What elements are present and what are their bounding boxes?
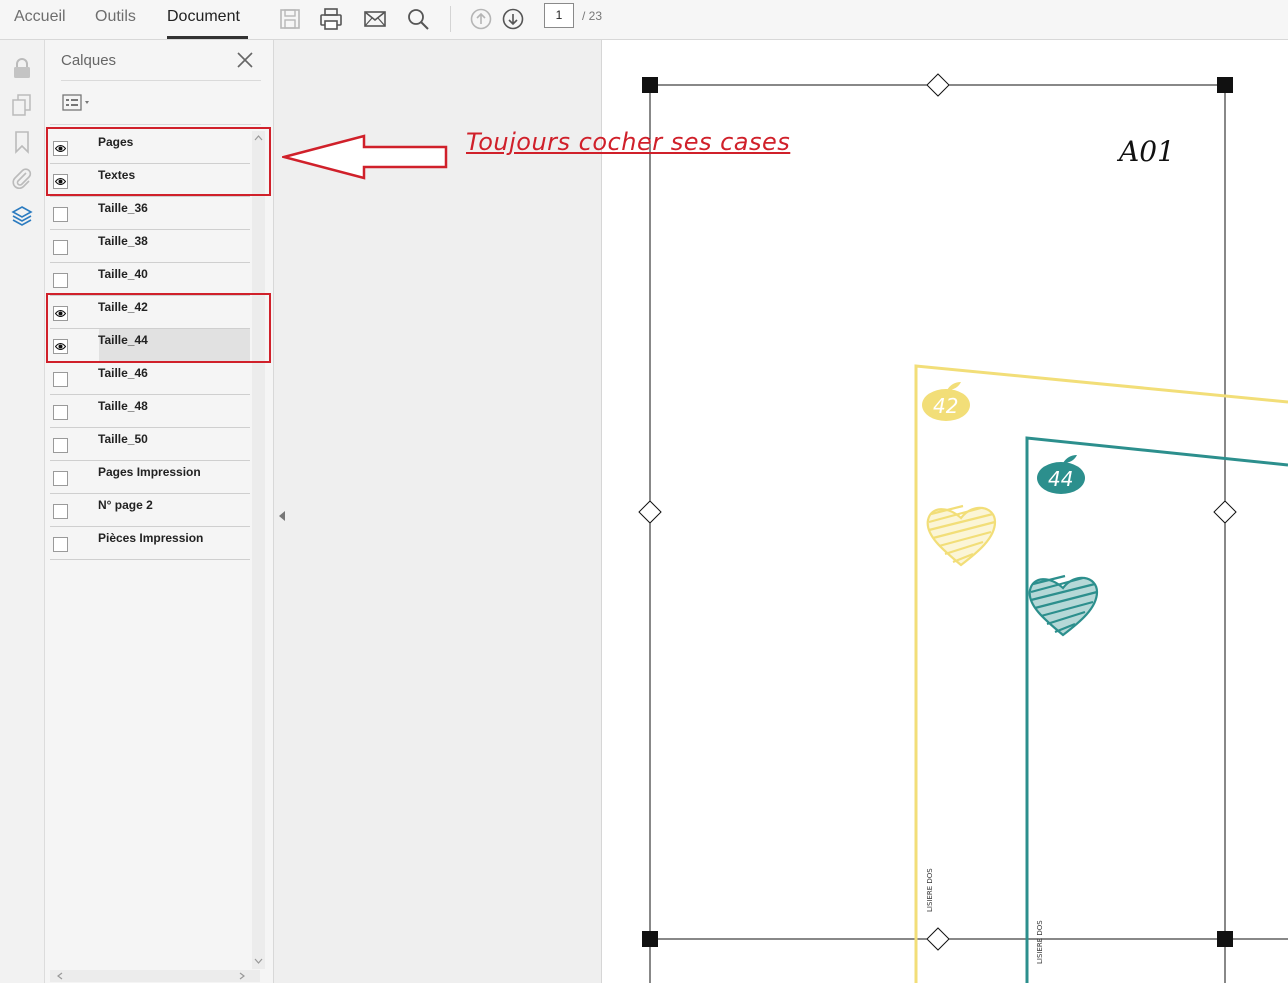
layer-name: Pages Impression — [98, 465, 201, 479]
save-icon[interactable] — [277, 6, 303, 32]
tab-document[interactable]: Document — [167, 8, 240, 26]
layer-row[interactable]: Taille_38 — [50, 230, 250, 263]
active-tab-indicator — [167, 36, 248, 39]
layer-visibility-checkbox[interactable] — [53, 273, 68, 288]
layer-row[interactable]: Pièces Impression — [50, 527, 250, 560]
layer-row[interactable]: Taille_46 — [50, 362, 250, 395]
panel-divider — [61, 80, 261, 81]
layer-row[interactable]: N° page 2 — [50, 494, 250, 527]
email-icon[interactable] — [362, 6, 388, 32]
svg-text:LISIERE DOS: LISIERE DOS — [1036, 920, 1044, 964]
tab-outils[interactable]: Outils — [95, 8, 136, 26]
size-42-heart — [926, 504, 997, 567]
sheet-label: A01 — [1119, 135, 1175, 168]
layers-icon[interactable] — [10, 204, 34, 228]
pages-icon[interactable] — [10, 93, 34, 117]
attachment-icon[interactable] — [10, 166, 34, 190]
tab-accueil[interactable]: Accueil — [14, 8, 66, 26]
panel-divider — [50, 124, 261, 125]
layer-visibility-checkbox[interactable] — [53, 240, 68, 255]
horizontal-scrollbar[interactable] — [50, 969, 260, 982]
layer-options-icon[interactable] — [61, 94, 95, 112]
layer-visibility-checkbox[interactable] — [53, 537, 68, 552]
layer-row[interactable]: Taille_50 — [50, 428, 250, 461]
search-icon[interactable] — [405, 6, 431, 32]
annotation-arrow — [282, 134, 448, 180]
layer-name: Taille_50 — [98, 432, 148, 446]
layer-name: Taille_48 — [98, 399, 148, 413]
annotation-text: Toujours cocher ses cases — [466, 128, 791, 156]
panel-gutter — [274, 40, 602, 983]
panel-title: Calques — [61, 52, 117, 69]
svg-text:42: 42 — [933, 394, 958, 418]
svg-text:LISIERE DOS: LISIERE DOS — [926, 868, 934, 912]
top-toolbar: Accueil Outils Document 1 / 23 — [0, 0, 1288, 40]
bookmark-icon[interactable] — [10, 130, 34, 154]
close-icon[interactable] — [235, 50, 255, 70]
svg-text:44: 44 — [1048, 467, 1073, 491]
size-44-outline — [1025, 436, 1288, 983]
page-up-icon[interactable] — [468, 6, 494, 32]
toolbar-separator — [450, 6, 451, 32]
layer-name: Taille_40 — [98, 267, 148, 281]
size-42-badge: 42 — [922, 382, 970, 421]
annotation-highlight-box — [46, 293, 271, 363]
navigation-rail — [0, 40, 45, 983]
layer-name: Taille_46 — [98, 366, 148, 380]
layer-name: Taille_38 — [98, 234, 148, 248]
print-icon[interactable] — [318, 6, 344, 32]
vertical-scrollbar[interactable] — [252, 131, 265, 969]
layer-visibility-checkbox[interactable] — [53, 372, 68, 387]
page-number-input[interactable]: 1 — [544, 3, 574, 28]
layer-name: Taille_36 — [98, 201, 148, 215]
layer-row[interactable]: Taille_36 — [50, 197, 250, 230]
size-44-badge: 44 — [1037, 455, 1085, 494]
layer-name: Pièces Impression — [98, 531, 204, 545]
layer-visibility-checkbox[interactable] — [53, 405, 68, 420]
layer-visibility-checkbox[interactable] — [53, 438, 68, 453]
layer-name: N° page 2 — [98, 498, 153, 512]
layer-row[interactable]: Taille_48 — [50, 395, 250, 428]
layer-row[interactable]: Pages Impression — [50, 461, 250, 494]
collapse-panel-icon[interactable] — [277, 509, 287, 521]
lock-icon[interactable] — [10, 56, 34, 80]
layer-row[interactable]: Taille_40 — [50, 263, 250, 296]
layer-visibility-checkbox[interactable] — [53, 471, 68, 486]
annotation-highlight-box — [46, 127, 271, 196]
document-page: 42 44 LISIERE DOS LISIERE DOS A01 — [603, 40, 1288, 983]
size-44-heart — [1028, 574, 1099, 637]
layer-visibility-checkbox[interactable] — [53, 207, 68, 222]
page-total: / 23 — [582, 9, 603, 23]
page-down-icon[interactable] — [500, 6, 526, 32]
layer-visibility-checkbox[interactable] — [53, 504, 68, 519]
